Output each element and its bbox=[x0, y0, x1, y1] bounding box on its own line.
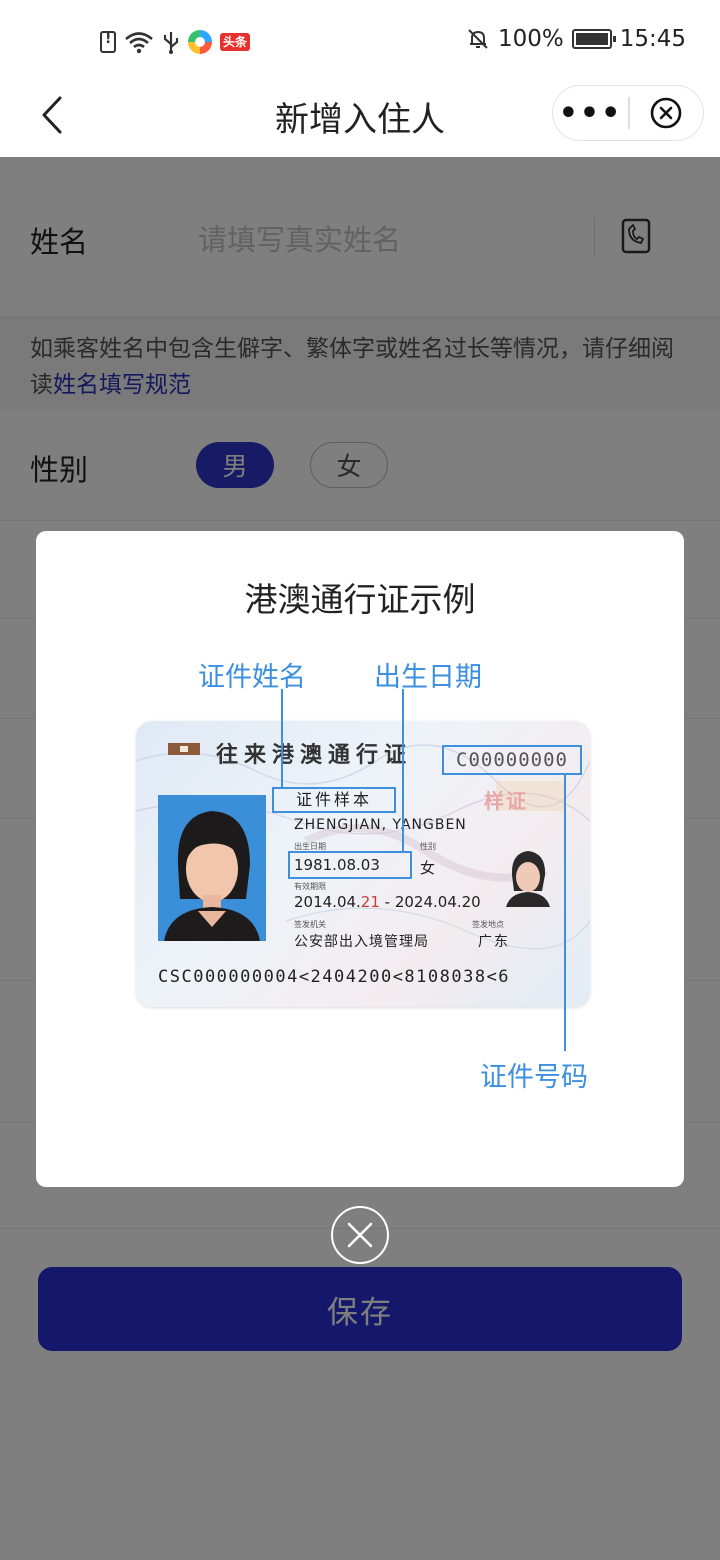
card-valid-caption: 有效期限 bbox=[294, 882, 326, 891]
card-sample-seal: 样证 bbox=[484, 789, 528, 813]
card-authority-caption: 签发机关 bbox=[294, 920, 326, 929]
battery-percent: 100% bbox=[497, 26, 564, 52]
card-valid-end: - 2024.04.20 bbox=[379, 893, 481, 911]
sim-alert-icon bbox=[100, 31, 116, 53]
card-authority: 公安部出入境管理局 bbox=[294, 934, 429, 950]
clock: 15:45 bbox=[619, 26, 686, 52]
dialog-title: 港澳通行证示例 bbox=[244, 580, 476, 619]
browser-app-icon bbox=[188, 30, 212, 54]
news-app-icon: 头条 bbox=[220, 33, 251, 51]
nav-bar: 新增入住人 ••• bbox=[0, 80, 720, 157]
close-circle-icon bbox=[650, 97, 682, 129]
more-menu-button[interactable]: ••• bbox=[553, 86, 628, 140]
portrait-graphic bbox=[158, 795, 266, 941]
permit-card-image: 往来港澳通行证 C00000000 样证 证件样本 ZHENGJIAN, YAN… bbox=[136, 721, 590, 1007]
portrait-ghost-graphic bbox=[506, 851, 550, 907]
permit-example-dialog: 港澳通行证示例 证件姓名 出生日期 证件号码 往来港澳通行证 C00000000… bbox=[36, 531, 684, 1187]
callout-dob-label: 出生日期 bbox=[374, 662, 482, 693]
card-valid-start: 2014.04. bbox=[294, 893, 361, 911]
card-valid-start-day: 21 bbox=[360, 893, 380, 911]
battery-icon bbox=[571, 29, 616, 49]
dialog-close-button[interactable] bbox=[331, 1206, 389, 1264]
callout-name-label: 证件姓名 bbox=[198, 662, 306, 693]
close-x-icon bbox=[347, 1222, 373, 1248]
card-sex-caption: 性别 bbox=[420, 842, 436, 851]
holder-photo-ghost bbox=[502, 845, 554, 907]
card-number-box: C00000000 bbox=[442, 745, 582, 775]
card-title: 往来港澳通行证 bbox=[216, 742, 413, 768]
usb-icon bbox=[163, 32, 179, 54]
callout-number-line bbox=[564, 775, 566, 1051]
miniprogram-capsule: ••• bbox=[552, 85, 704, 141]
callout-name-line bbox=[281, 689, 283, 787]
wifi-icon bbox=[125, 32, 153, 54]
card-place: 广东 bbox=[478, 934, 510, 950]
card-validity: 2014.04.21 - 2024.04.20 bbox=[294, 893, 481, 911]
holder-photo bbox=[158, 795, 266, 941]
status-icons-left: 头条 bbox=[100, 28, 251, 56]
card-name-pinyin: ZHENGJIAN, YANGBEN bbox=[294, 817, 467, 833]
callout-number-label: 证件号码 bbox=[480, 1062, 588, 1093]
permit-emblem-icon bbox=[168, 743, 200, 755]
bell-off-icon bbox=[468, 29, 488, 49]
card-name-cn: 证件样本 bbox=[272, 787, 396, 813]
status-icons-right: 100% 15:45 bbox=[466, 26, 686, 52]
callout-dob-line bbox=[402, 689, 404, 853]
exit-miniprogram-button[interactable] bbox=[630, 96, 704, 130]
status-bar: 头条 100% 15:45 bbox=[0, 0, 720, 80]
card-sex: 女 bbox=[420, 859, 436, 877]
card-place-caption: 签发地点 bbox=[472, 920, 504, 929]
card-dob-box: 1981.08.03 bbox=[288, 851, 412, 879]
card-mrz-line: CSC000000004<2404200<8108038<6 bbox=[158, 967, 511, 987]
